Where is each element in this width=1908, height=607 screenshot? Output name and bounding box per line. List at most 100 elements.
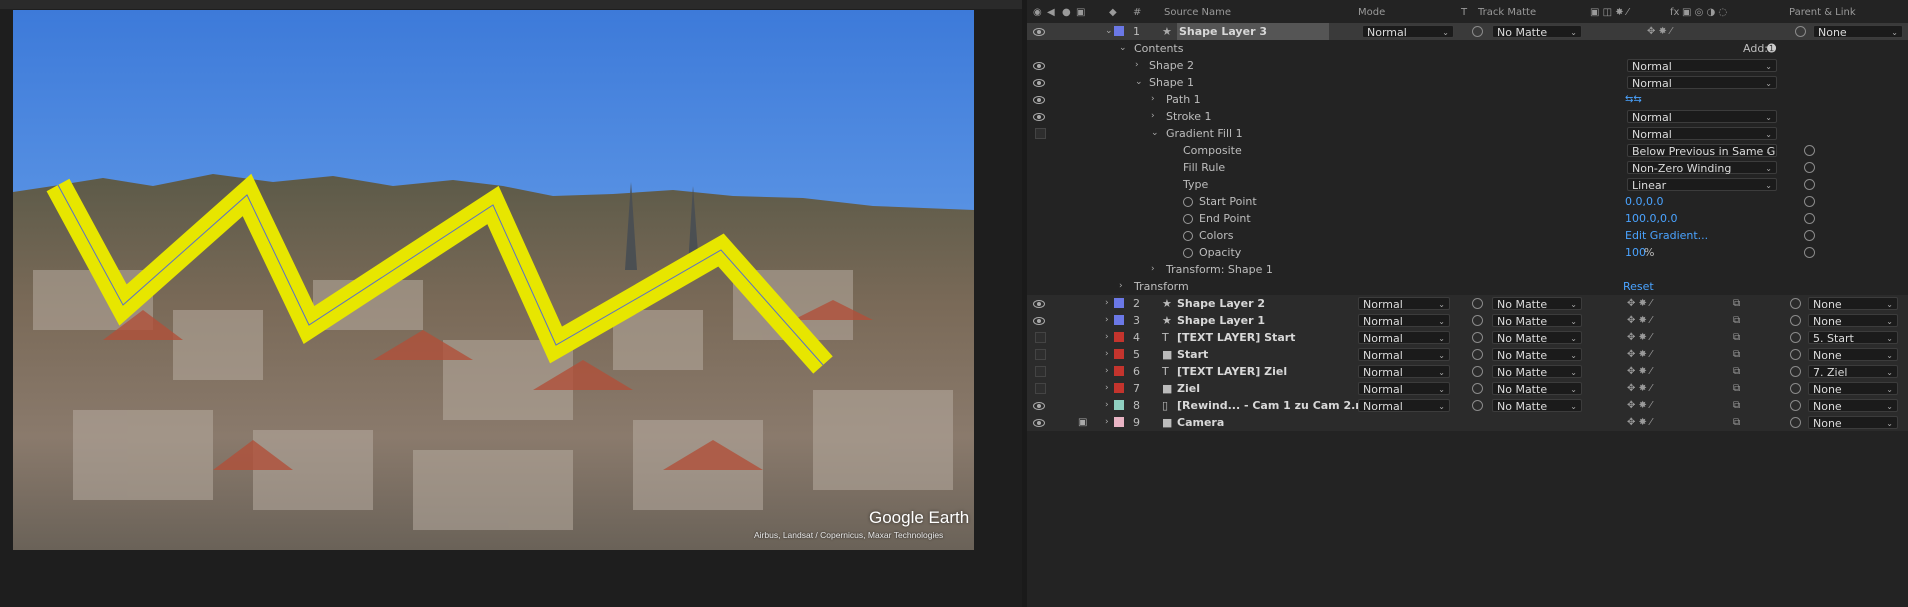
- switch-icons[interactable]: ✥ ✸ ⁄: [1627, 346, 1652, 363]
- end-point-row[interactable]: End Point 100.0,0.0: [1027, 210, 1908, 227]
- stroke1-mode-dropdown[interactable]: Normal ⌄: [1627, 110, 1777, 124]
- switch-icons[interactable]: ✥ ✸ ⁄: [1627, 329, 1652, 346]
- mode-dropdown[interactable]: Normal ⌄: [1358, 399, 1450, 413]
- chevron-right-icon[interactable]: ›: [1119, 278, 1123, 295]
- visibility-eye-icon[interactable]: [1033, 113, 1045, 121]
- parent-dropdown[interactable]: None ⌄: [1808, 382, 1898, 396]
- end-point-value[interactable]: 100.0,0.0: [1625, 210, 1677, 227]
- parent-pickwhip-icon[interactable]: [1790, 349, 1801, 360]
- transform-shape-row[interactable]: › Transform: Shape 1: [1027, 261, 1908, 278]
- switch-icons[interactable]: ✥ ✸ ⁄: [1627, 295, 1652, 312]
- label-color-swatch[interactable]: [1114, 366, 1124, 376]
- shape2-mode-dropdown[interactable]: Normal ⌄: [1627, 59, 1777, 73]
- type-dropdown[interactable]: Linear ⌄: [1627, 178, 1777, 192]
- layer-row-3[interactable]: › 3 ★ Shape Layer 1 Normal ⌄ No Matte ⌄ ✥ ✸ ⁄ ⧉ No…: [1027, 312, 1908, 329]
- parent-dropdown[interactable]: None ⌄: [1808, 314, 1898, 328]
- switch-icons[interactable]: ✥ ✸ ⁄: [1627, 380, 1652, 397]
- label-color-swatch[interactable]: [1114, 417, 1124, 427]
- transform-row[interactable]: › Transform Reset: [1027, 278, 1908, 295]
- layer-name[interactable]: Shape Layer 2: [1177, 295, 1265, 312]
- start-point-row[interactable]: Start Point 0.0,0.0: [1027, 193, 1908, 210]
- composite-row[interactable]: Composite Below Previous in Same Gr ⌄: [1027, 142, 1908, 159]
- reset-link[interactable]: Reset: [1623, 278, 1654, 295]
- visibility-toggle-off[interactable]: [1035, 128, 1046, 139]
- layer-name[interactable]: Start: [1177, 346, 1208, 363]
- switch-icons[interactable]: ✥ ✸ ⁄: [1627, 312, 1652, 329]
- visibility-eye-icon[interactable]: [1033, 79, 1045, 87]
- layer-row-8[interactable]: › 8 ▯ [Rewind... - Cam 1 zu Cam 2.mp4 Normal…: [1027, 397, 1908, 414]
- label-color-swatch[interactable]: [1114, 400, 1124, 410]
- add-label[interactable]: Add:: [1743, 40, 1768, 57]
- 3d-layer-icon[interactable]: ⧉: [1733, 329, 1740, 346]
- mode-dropdown[interactable]: Normal ⌄: [1358, 314, 1450, 328]
- 3d-layer-icon[interactable]: ⧉: [1733, 380, 1740, 397]
- chevron-right-icon[interactable]: ›: [1105, 329, 1109, 346]
- pickwhip-icon[interactable]: [1472, 400, 1483, 411]
- opacity-value[interactable]: 100: [1625, 244, 1646, 261]
- track-matte-dropdown[interactable]: No Matte ⌄: [1492, 314, 1582, 328]
- layer-row-6[interactable]: › 6 T [TEXT LAYER] Ziel Normal ⌄ No Matte ⌄ ✥ ✸ …: [1027, 363, 1908, 380]
- stopwatch-icon[interactable]: [1183, 231, 1193, 241]
- layer-name[interactable]: Shape Layer 3: [1177, 23, 1329, 40]
- label-color-swatch[interactable]: [1114, 298, 1124, 308]
- composite-dropdown[interactable]: Below Previous in Same Gr ⌄: [1627, 144, 1777, 157]
- expression-pickwhip-icon[interactable]: [1804, 213, 1815, 224]
- add-arrow-icon[interactable]: ➊: [1767, 40, 1776, 57]
- pickwhip-icon[interactable]: [1472, 366, 1483, 377]
- layer-row-2[interactable]: › 2 ★ Shape Layer 2 Normal ⌄ No Matte ⌄ ✥ ✸ ⁄ ⧉ No…: [1027, 295, 1908, 312]
- chevron-right-icon[interactable]: ›: [1151, 91, 1155, 108]
- switch-icons[interactable]: ✥ ✸ ⁄: [1627, 414, 1652, 431]
- pickwhip-icon[interactable]: [1472, 298, 1483, 309]
- parent-pickwhip-icon[interactable]: [1790, 417, 1801, 428]
- track-matte-dropdown[interactable]: No Matte ⌄: [1492, 348, 1582, 362]
- parent-pickwhip-icon[interactable]: [1795, 26, 1806, 37]
- expression-pickwhip-icon[interactable]: [1804, 247, 1815, 258]
- pickwhip-icon[interactable]: [1472, 26, 1483, 37]
- parent-dropdown[interactable]: None ⌄: [1808, 297, 1898, 311]
- 3d-layer-icon[interactable]: ⧉: [1733, 295, 1740, 312]
- stopwatch-icon[interactable]: [1183, 214, 1193, 224]
- lock-icon[interactable]: ▣: [1078, 414, 1087, 431]
- layer-row-9[interactable]: ▣ › 9 ■ Camera ✥ ✸ ⁄ ⧉ None ⌄: [1027, 414, 1908, 431]
- switch-icons[interactable]: ✥ ✸ ⁄: [1647, 23, 1672, 40]
- track-matte-dropdown[interactable]: No Matte ⌄: [1492, 25, 1582, 39]
- shape2-row[interactable]: › Shape 2 Normal ⌄: [1027, 57, 1908, 74]
- visibility-eye-icon[interactable]: [1033, 96, 1045, 104]
- parent-dropdown[interactable]: 5. Start ⌄: [1808, 331, 1898, 345]
- header-source-name[interactable]: Source Name: [1164, 7, 1231, 18]
- layer-name[interactable]: Camera: [1177, 414, 1224, 431]
- expression-pickwhip-icon[interactable]: [1804, 230, 1815, 241]
- mode-dropdown[interactable]: Normal ⌄: [1362, 25, 1454, 39]
- fill-rule-dropdown[interactable]: Non-Zero Winding ⌄: [1627, 161, 1777, 175]
- layer-row-4[interactable]: › 4 T [TEXT LAYER] Start Normal ⌄ No Matte ⌄ ✥ ✸…: [1027, 329, 1908, 346]
- header-mode[interactable]: Mode: [1358, 7, 1385, 18]
- expression-pickwhip-icon[interactable]: [1804, 179, 1815, 190]
- label-color-swatch[interactable]: [1114, 332, 1124, 342]
- parent-dropdown[interactable]: 7. Ziel ⌄: [1808, 365, 1898, 379]
- visibility-toggle-off[interactable]: [1035, 349, 1046, 360]
- stopwatch-icon[interactable]: [1183, 197, 1193, 207]
- visibility-toggle-off[interactable]: [1035, 366, 1046, 377]
- eye-icon[interactable]: ◉: [1033, 7, 1042, 18]
- visibility-eye-icon[interactable]: [1033, 419, 1045, 427]
- parent-dropdown[interactable]: None ⌄: [1808, 416, 1898, 430]
- layer-row-1[interactable]: ⌄ 1 ★ Shape Layer 3 Normal ⌄ No Matte ⌄ ✥ …: [1027, 23, 1908, 40]
- chevron-right-icon[interactable]: ›: [1105, 380, 1109, 397]
- audio-icon[interactable]: ◀: [1047, 7, 1055, 18]
- chevron-down-icon[interactable]: ⌄: [1151, 125, 1159, 142]
- track-matte-dropdown[interactable]: No Matte ⌄: [1492, 365, 1582, 379]
- chevron-right-icon[interactable]: ›: [1105, 312, 1109, 329]
- layer-name[interactable]: [TEXT LAYER] Ziel: [1177, 363, 1287, 380]
- header-t[interactable]: T: [1461, 7, 1467, 18]
- parent-pickwhip-icon[interactable]: [1790, 366, 1801, 377]
- layer-name[interactable]: Ziel: [1177, 380, 1200, 397]
- parent-pickwhip-icon[interactable]: [1790, 400, 1801, 411]
- switch-icons[interactable]: ✥ ✸ ⁄: [1627, 397, 1652, 414]
- chevron-right-icon[interactable]: ›: [1151, 261, 1155, 278]
- gradient-fill-mode-dropdown[interactable]: Normal ⌄: [1627, 127, 1777, 141]
- colors-row[interactable]: Colors Edit Gradient...: [1027, 227, 1908, 244]
- layer-name[interactable]: [TEXT LAYER] Start: [1177, 329, 1295, 346]
- lock-icon[interactable]: ▣: [1076, 7, 1085, 18]
- header-parent-link[interactable]: Parent & Link: [1789, 7, 1856, 18]
- label-color-swatch[interactable]: [1114, 26, 1124, 36]
